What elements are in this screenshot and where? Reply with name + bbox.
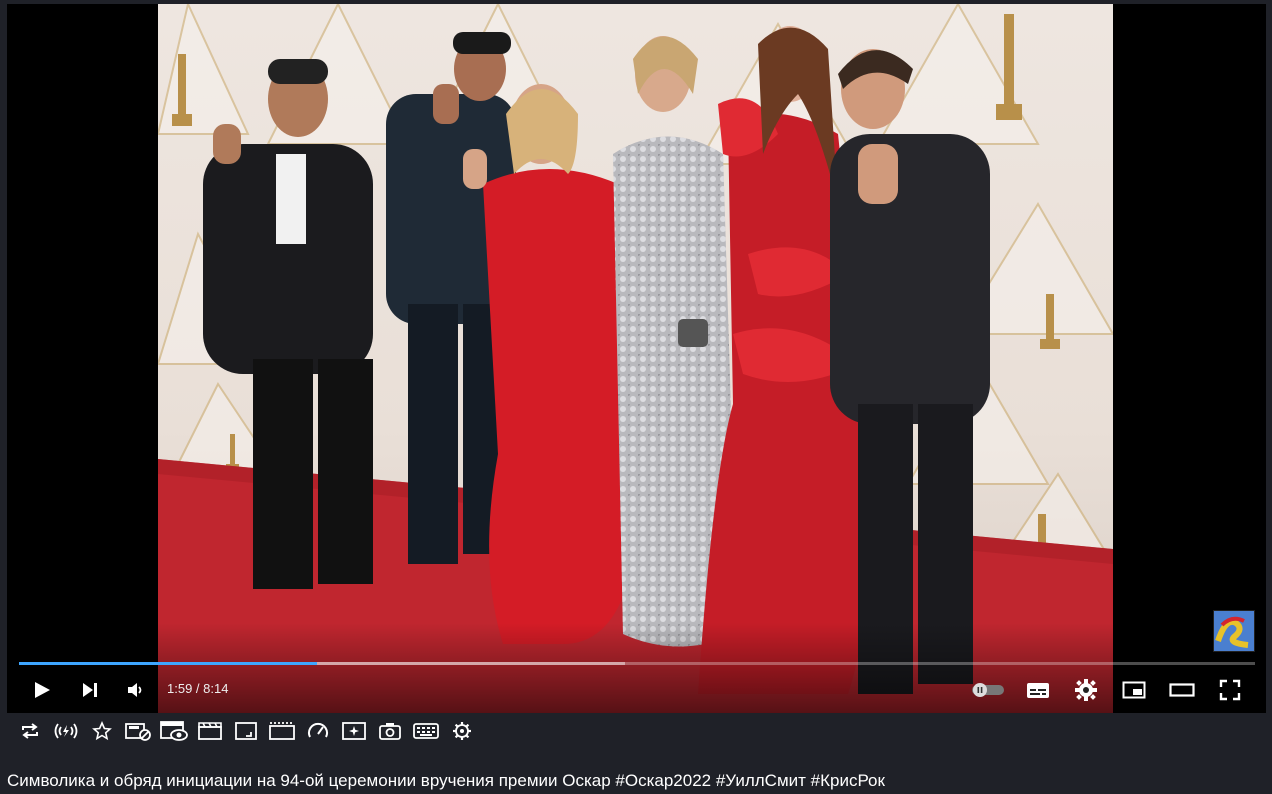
popup-player-icon — [160, 721, 188, 741]
extension-settings-button[interactable] — [444, 718, 480, 744]
progress-bar[interactable] — [19, 662, 1255, 665]
settings-icon — [1075, 679, 1097, 701]
play-icon — [35, 682, 50, 698]
ads-blocker-icon — [125, 723, 151, 741]
miniplayer-icon — [1122, 681, 1146, 699]
filters-icon — [342, 722, 366, 740]
aspect-ratio-icon — [235, 722, 257, 740]
screenshot-button[interactable] — [372, 718, 408, 744]
keyboard-shortcuts-button[interactable] — [408, 718, 444, 744]
keyboard-shortcuts-icon — [413, 723, 439, 739]
audio-mode-button[interactable] — [48, 718, 84, 744]
fullscreen-icon — [1219, 679, 1241, 701]
video-frame[interactable] — [158, 4, 1113, 713]
volume-icon — [128, 683, 142, 697]
frame-by-frame-button[interactable] — [264, 718, 300, 744]
theater-mode-button[interactable] — [1166, 674, 1198, 706]
miniplayer-button[interactable] — [1118, 674, 1150, 706]
favorite-star-icon — [92, 721, 112, 741]
cinema-mode-button[interactable] — [192, 718, 228, 744]
favorite-button[interactable] — [84, 718, 120, 744]
theater-mode-icon — [1169, 683, 1195, 697]
time-separator: / — [192, 681, 204, 696]
subtitles-button[interactable] — [1022, 674, 1054, 706]
play-button[interactable] — [26, 674, 58, 706]
loop-icon — [22, 723, 38, 739]
cinema-mode-icon — [198, 722, 222, 740]
video-player[interactable]: 1:59 / 8:14 — [7, 4, 1266, 713]
subtitles-icon — [1027, 683, 1049, 698]
progress-played — [19, 662, 317, 665]
next-button[interactable] — [74, 674, 106, 706]
playback-speed-icon — [308, 722, 328, 738]
time-display: 1:59 / 8:14 — [167, 681, 228, 696]
fullscreen-button[interactable] — [1214, 674, 1246, 706]
frame-by-frame-icon — [269, 722, 295, 740]
autoplay-toggle[interactable] — [968, 674, 1008, 706]
playback-speed-button[interactable] — [300, 718, 336, 744]
autoplay-toggle-icon — [972, 683, 1004, 697]
extension-settings-icon — [453, 722, 471, 740]
video-title: Символика и обряд инициации на 94-ой цер… — [7, 771, 885, 790]
settings-button[interactable] — [1070, 674, 1102, 706]
aspect-ratio-button[interactable] — [228, 718, 264, 744]
page: 1:59 / 8:14 Символика и обряд инициации … — [0, 0, 1272, 794]
extension-toolbar — [12, 718, 480, 744]
popup-player-button[interactable] — [156, 718, 192, 744]
next-icon — [83, 683, 97, 697]
player-controls: 1:59 / 8:14 — [7, 668, 1266, 712]
filters-button[interactable] — [336, 718, 372, 744]
audio-mode-icon — [54, 723, 78, 739]
duration: 8:14 — [203, 681, 229, 696]
channel-watermark-logo[interactable] — [1213, 610, 1255, 652]
screenshot-icon — [379, 723, 401, 740]
loop-button[interactable] — [12, 718, 48, 744]
current-time: 1:59 — [167, 681, 193, 696]
ads-blocker-button[interactable] — [120, 718, 156, 744]
volume-button[interactable] — [120, 674, 152, 706]
video-scene — [158, 4, 1113, 713]
